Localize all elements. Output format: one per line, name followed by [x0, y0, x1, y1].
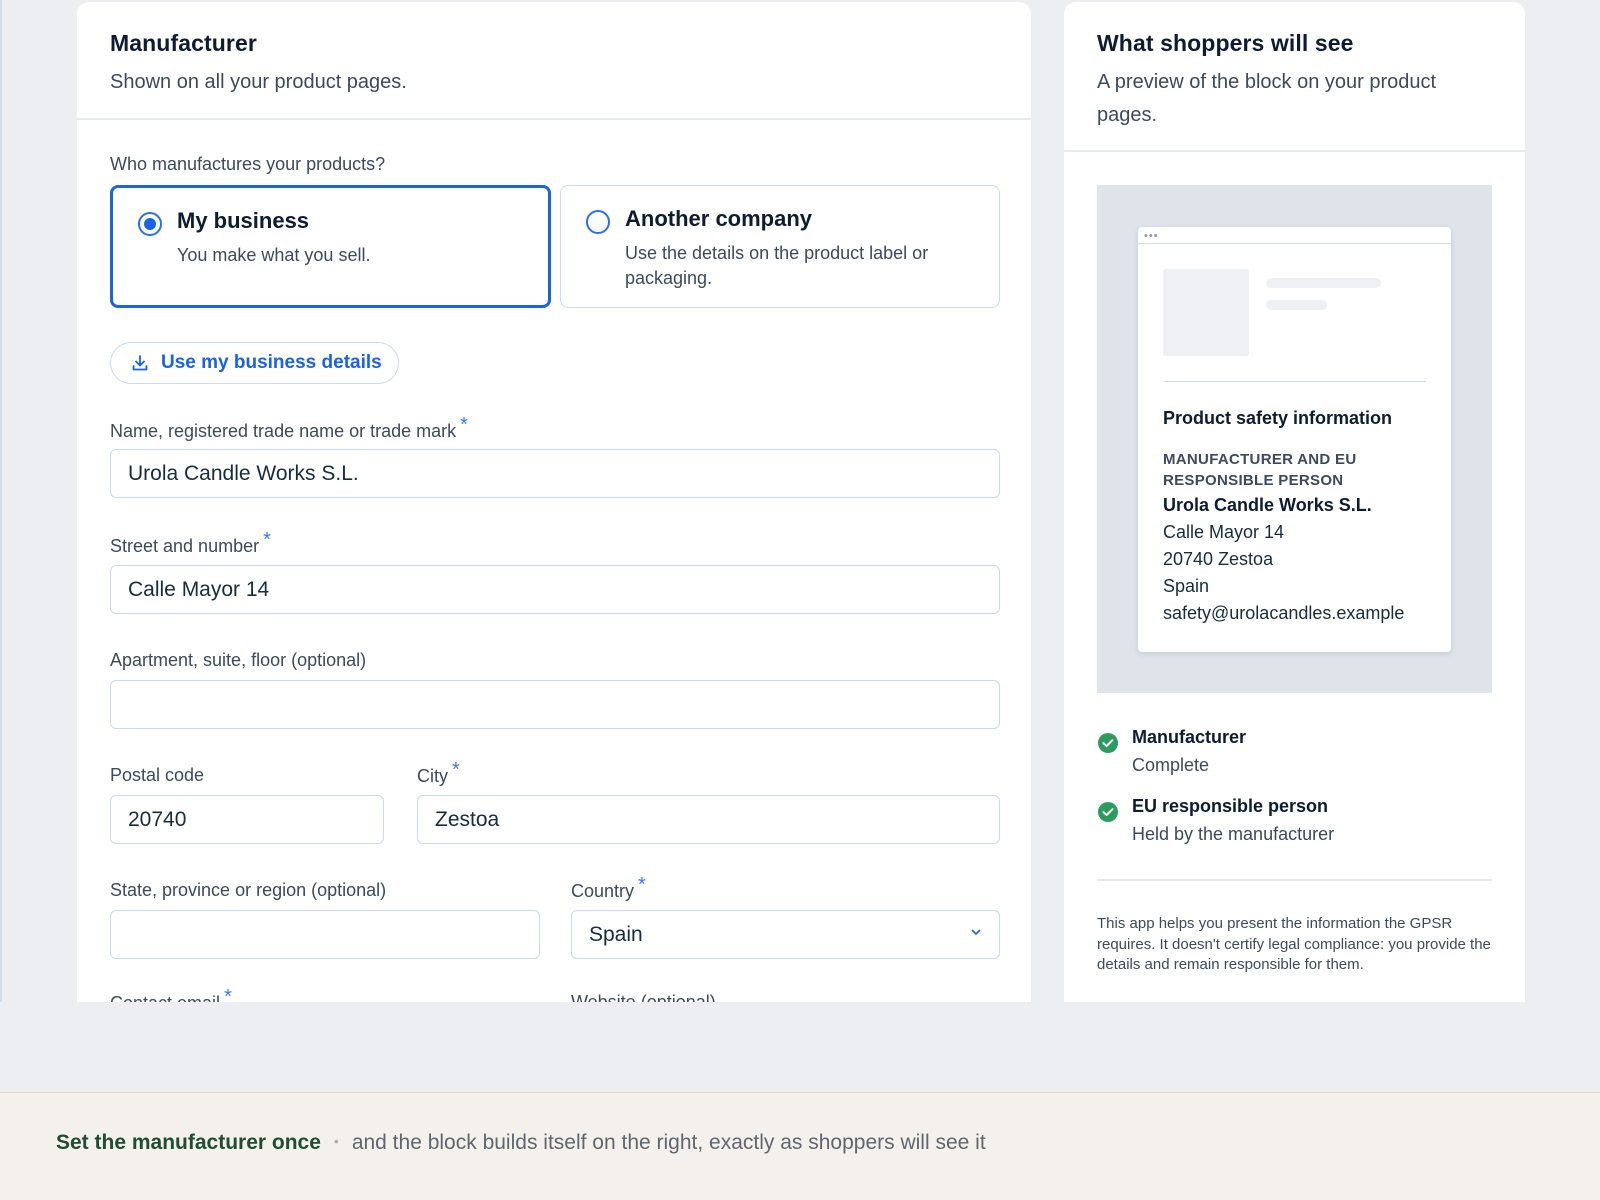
use-business-details-button[interactable]: Use my business details — [110, 342, 399, 384]
required-mark: * — [460, 414, 468, 436]
compliance-disclaimer: This app helps you present the informati… — [1097, 915, 1491, 974]
safety-info-city: 20740 Zestoa — [1163, 549, 1274, 569]
name-label-text: Name, registered trade name or trade mar… — [110, 421, 457, 441]
state-label: State, province or region (optional) — [110, 880, 387, 900]
status-subtitle: Complete — [1132, 755, 1210, 775]
chevron-down-icon — [971, 929, 981, 935]
download-icon — [132, 355, 148, 371]
option-another-company[interactable]: Another company Use the details on the p… — [560, 185, 1000, 308]
apartment-input[interactable] — [110, 680, 1000, 729]
status-title: EU responsible person — [1132, 796, 1329, 816]
status-subtitle: Held by the manufacturer — [1132, 824, 1335, 844]
safety-info-street: Calle Mayor 14 — [1163, 522, 1285, 542]
required-mark: * — [452, 759, 460, 781]
website-label: Website (optional) — [571, 992, 716, 1002]
manufacturer-card: Manufacturer Shown on all your product p… — [77, 2, 1031, 1002]
street-label: Street and number * — [110, 529, 271, 558]
safety-info-email: safety@urolacandles.example — [1163, 603, 1405, 623]
street-input-value: Calle Mayor 14 — [128, 577, 270, 601]
caption-strong: Set the manufacturer once — [56, 1131, 321, 1154]
caption-separator: • — [333, 1133, 339, 1149]
city-label: City * — [417, 759, 460, 788]
preview-card-header: What shoppers will see A preview of the … — [1064, 2, 1525, 132]
option-description: You make what you sell. — [177, 245, 371, 265]
required-mark: * — [263, 529, 271, 551]
option-title: My business — [177, 208, 310, 233]
required-mark: * — [638, 874, 646, 896]
radio-selected-icon[interactable] — [138, 212, 162, 236]
card-subtitle: Shown on all your product pages. — [110, 71, 407, 93]
mini-divider — [1163, 381, 1426, 382]
city-label-text: City — [417, 766, 448, 786]
name-label: Name, registered trade name or trade mar… — [110, 414, 468, 443]
placeholder-line — [1266, 300, 1327, 310]
window-dots-icon: ••• — [1144, 230, 1159, 242]
safety-info-name: Urola Candle Works S.L. — [1163, 495, 1372, 515]
option-my-business[interactable]: My business You make what you sell. — [110, 185, 551, 308]
status-divider — [1097, 879, 1492, 881]
option-description: Use the details on the product label or … — [625, 243, 929, 288]
name-input[interactable]: Urola Candle Works S.L. — [110, 449, 1000, 498]
street-input[interactable]: Calle Mayor 14 — [110, 565, 1000, 614]
preview-title: What shoppers will see — [1097, 30, 1354, 56]
country-label: Country * — [571, 874, 646, 903]
email-label-text: Contact email — [110, 993, 220, 1002]
header-divider — [77, 118, 1031, 120]
use-business-details-label: Use my business details — [161, 352, 382, 373]
country-select[interactable]: Spain — [571, 910, 1000, 959]
radio-unselected-icon[interactable] — [586, 210, 610, 234]
preview-card: What shoppers will see A preview of the … — [1064, 2, 1525, 1002]
postal-code-input[interactable]: 20740 — [110, 795, 384, 844]
card-title: Manufacturer — [110, 30, 257, 56]
mini-browser-bar — [1138, 243, 1451, 244]
manufacturer-question: Who manufactures your products? — [110, 154, 386, 174]
preview-subtitle: A preview of the block on your product p… — [1097, 71, 1437, 126]
country-select-value: Spain — [589, 922, 643, 946]
email-label: Contact email * — [110, 986, 232, 1002]
check-circle-icon — [1098, 802, 1118, 822]
caption-rest: and the block builds itself on the right… — [351, 1131, 986, 1154]
postal-code-label: Postal code — [110, 765, 205, 785]
preview-stage: ••• Product safety information MANUFACTU… — [1097, 185, 1492, 693]
street-label-text: Street and number — [110, 536, 260, 556]
safety-info-caption: MANUFACTURER AND EU RESPONSIBLE PERSON — [1163, 451, 1357, 489]
safety-info-country: Spain — [1163, 576, 1210, 596]
placeholder-image — [1163, 269, 1249, 356]
mini-product-page: ••• Product safety information MANUFACTU… — [1138, 227, 1451, 652]
city-input-value: Zestoa — [435, 807, 500, 831]
caption-bar: Set the manufacturer once • and the block … — [0, 1092, 1600, 1200]
option-title: Another company — [625, 206, 813, 231]
required-mark: * — [224, 986, 232, 1002]
postal-code-value: 20740 — [128, 807, 187, 831]
status-title: Manufacturer — [1132, 727, 1247, 747]
apartment-label: Apartment, suite, floor (optional) — [110, 650, 367, 670]
city-input[interactable]: Zestoa — [417, 795, 1000, 844]
state-input[interactable] — [110, 910, 540, 959]
country-label-text: Country — [571, 881, 635, 901]
name-input-value: Urola Candle Works S.L. — [128, 461, 359, 485]
placeholder-line — [1266, 278, 1381, 288]
manufacturer-card-header: Manufacturer Shown on all your product p… — [77, 2, 1031, 99]
preview-header-divider — [1064, 150, 1525, 152]
safety-info-heading: Product safety information — [1163, 408, 1393, 428]
caption-text: Set the manufacturer once • and the block … — [56, 1131, 986, 1155]
check-circle-icon — [1098, 733, 1118, 753]
left-edge-divider — [0, 0, 2, 1002]
